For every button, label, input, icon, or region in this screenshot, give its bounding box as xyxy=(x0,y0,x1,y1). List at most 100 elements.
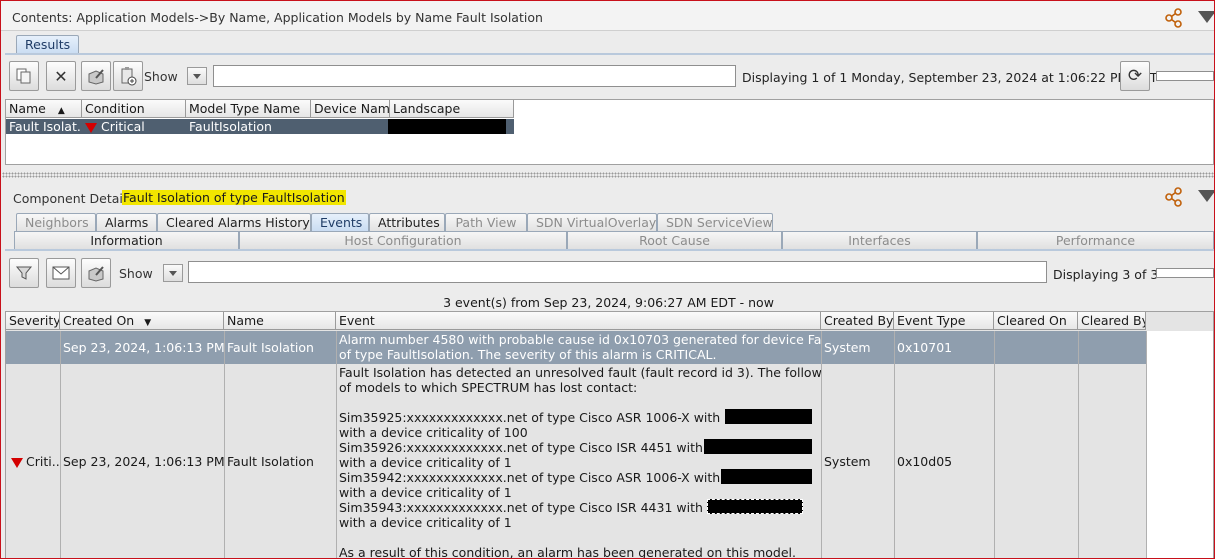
events-table: Severity Created On ▼ Name Event Created… xyxy=(5,311,1214,558)
row-name: Fault Isolat... xyxy=(9,119,82,134)
panel-menu-icon[interactable] xyxy=(1198,11,1214,23)
row-created-on: Sep 23, 2024, 1:06:13 PM E... xyxy=(63,454,224,469)
redacted-ip-address xyxy=(721,469,812,484)
col-header-condition[interactable]: Condition xyxy=(82,100,186,118)
filter-button[interactable] xyxy=(9,258,39,288)
create-button[interactable] xyxy=(113,61,143,91)
row-model-type: FaultIsolation xyxy=(189,119,272,134)
critical-severity-icon xyxy=(85,122,97,133)
column-divider xyxy=(1078,331,1079,558)
row-event-type: 0x10701 xyxy=(897,340,953,355)
col-header-severity[interactable]: Severity xyxy=(6,312,60,330)
tab-events[interactable]: Events xyxy=(311,213,369,231)
column-divider xyxy=(994,331,995,558)
refresh-icon: ⟳ xyxy=(1127,66,1143,86)
results-displaying-text: Displaying 1 of 1 Monday, September 23, … xyxy=(742,70,1158,85)
col-header-landscape[interactable]: Landscape xyxy=(390,100,514,118)
tab-alarms[interactable]: Alarms xyxy=(96,213,157,231)
copy-button[interactable] xyxy=(9,61,39,91)
share-icon[interactable] xyxy=(1164,8,1184,28)
row-created-by: System xyxy=(824,454,871,469)
col-header-cleared-on[interactable]: Cleared On xyxy=(994,312,1078,330)
row-event-line: of type FaultIsolation. The severity of … xyxy=(339,347,717,362)
row-event-line: with a device criticality of 100 xyxy=(339,425,528,440)
col-header-created-on[interactable]: Created On ▼ xyxy=(60,312,224,330)
tab-sdn-serviceview[interactable]: SDN ServiceView xyxy=(657,213,773,231)
col-header-event-type[interactable]: Event Type xyxy=(894,312,994,330)
events-show-dropdown[interactable] xyxy=(163,264,183,282)
split-divider[interactable] xyxy=(2,172,1214,178)
tab-path-view[interactable]: Path View xyxy=(445,213,527,231)
row-event-line: Sim35925:xxxxxxxxxxxxx.net of type Cisco… xyxy=(339,410,726,425)
col-header-created-by[interactable]: Created By xyxy=(821,312,894,330)
col-header-event[interactable]: Event xyxy=(336,312,821,330)
show-dropdown[interactable] xyxy=(187,67,207,85)
tab-host-configuration[interactable]: Host Configuration xyxy=(239,231,567,249)
detail-tab-underline xyxy=(5,249,1214,251)
row-condition: Critical xyxy=(82,119,186,134)
results-filter-input[interactable] xyxy=(213,65,736,87)
table-row[interactable]: Criti... Sep 23, 2024, 1:06:13 PM E... F… xyxy=(6,364,1146,558)
row-event-line: Sim35926:xxxxxxxxxxxxx.net of type Cisco… xyxy=(339,440,708,455)
row-event-line: with a device criticality of 1 xyxy=(339,485,512,500)
refresh-button[interactable]: ⟳ xyxy=(1120,61,1150,91)
events-export-button[interactable] xyxy=(81,258,111,288)
tab-cleared-alarms-history[interactable]: Cleared Alarms History xyxy=(157,213,311,231)
col-header-model-type[interactable]: Model Type Name xyxy=(186,100,311,118)
events-displaying-text: Displaying 3 of 3 xyxy=(1053,267,1159,282)
detail-menu-icon[interactable] xyxy=(1198,190,1214,202)
col-header-cleared-by[interactable]: Cleared By xyxy=(1078,312,1146,330)
copy-icon xyxy=(16,68,31,84)
delete-button[interactable]: ✕ xyxy=(46,61,76,91)
row-event-line: Alarm number 4580 with probable cause id… xyxy=(339,332,821,347)
tab-interfaces[interactable]: Interfaces xyxy=(782,231,977,249)
results-tab-underline xyxy=(5,53,1214,55)
col-header-device-name[interactable]: Device Name xyxy=(311,100,390,118)
table-empty-area xyxy=(1147,331,1213,558)
row-event-line: Fault Isolation has detected an unresolv… xyxy=(339,365,821,380)
column-divider xyxy=(60,331,61,558)
mail-icon xyxy=(52,266,70,280)
col-header-name[interactable]: Name ▲ xyxy=(6,100,82,118)
tab-attributes[interactable]: Attributes xyxy=(369,213,445,231)
tab-sdn-virtualoverlay[interactable]: SDN VirtualOverlay xyxy=(527,213,657,231)
results-progress-bar xyxy=(1156,71,1214,81)
contents-title: Contents: Application Models->By Name, A… xyxy=(12,10,543,25)
column-divider xyxy=(224,331,225,558)
tab-results[interactable]: Results xyxy=(16,35,80,54)
email-button[interactable] xyxy=(46,258,76,288)
events-show-label: Show xyxy=(119,266,153,281)
component-detail-value: Fault Isolation of type FaultIsolation xyxy=(122,190,346,205)
column-divider xyxy=(894,331,895,558)
events-progress-bar xyxy=(1156,268,1214,278)
events-summary: 3 event(s) from Sep 23, 2024, 9:06:27 AM… xyxy=(443,295,774,310)
app-frame: Contents: Application Models->By Name, A… xyxy=(0,0,1215,559)
tab-root-cause[interactable]: Root Cause xyxy=(567,231,782,249)
close-icon: ✕ xyxy=(54,66,68,86)
events-filter-input[interactable] xyxy=(188,261,1047,283)
row-event-line: with a device criticality of 1 xyxy=(339,515,512,530)
detail-share-icon[interactable] xyxy=(1164,187,1184,207)
tab-information[interactable]: Information xyxy=(14,231,239,249)
row-event-line: of models to which SPECTRUM has lost con… xyxy=(339,380,638,395)
show-label: Show xyxy=(144,69,178,84)
col-header-event-name[interactable]: Name xyxy=(224,312,336,330)
export-icon xyxy=(88,266,104,282)
filter-icon xyxy=(15,266,33,280)
results-table: Name ▲ Condition Model Type Name Device … xyxy=(5,99,1214,165)
redacted-ip-address xyxy=(707,499,803,514)
row-event-line: with a device criticality of 1 xyxy=(339,455,512,470)
column-divider xyxy=(336,331,337,558)
redacted-ip-address xyxy=(725,409,812,424)
contents-header: Contents: Application Models->By Name, A… xyxy=(1,1,1214,31)
tab-neighbors[interactable]: Neighbors xyxy=(16,213,96,231)
row-event-line: Sim35942:xxxxxxxxxxxxx.net of type Cisco… xyxy=(339,470,726,485)
table-row[interactable]: Sep 23, 2024, 1:06:13 PM E... Fault Isol… xyxy=(6,331,1146,364)
component-detail-label: Component Detail: xyxy=(13,191,131,206)
export-button[interactable] xyxy=(81,61,111,91)
row-severity: Criti... xyxy=(6,454,60,470)
tab-performance[interactable]: Performance xyxy=(977,231,1214,249)
table-row[interactable]: Fault Isolat... Critical FaultIsolation xyxy=(6,119,514,134)
export-icon xyxy=(88,69,104,85)
row-event-line: Sim35943:xxxxxxxxxxxxx.net of type Cisco… xyxy=(339,500,708,515)
